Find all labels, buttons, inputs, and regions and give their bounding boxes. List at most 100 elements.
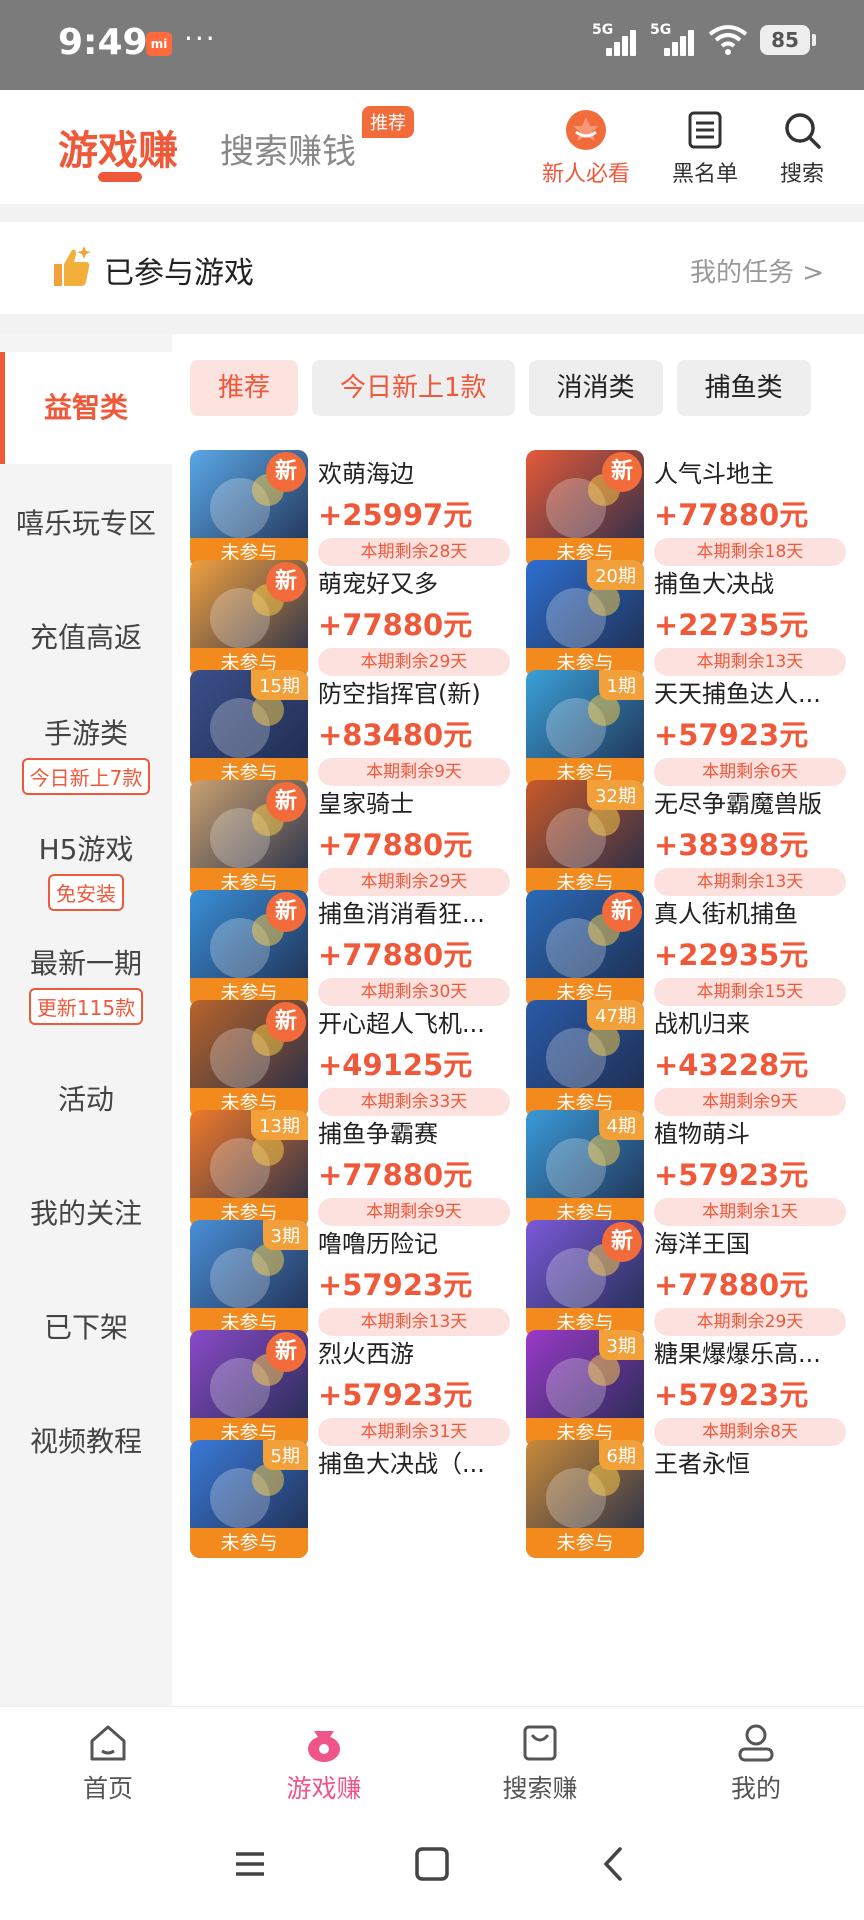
game-thumbnail[interactable]: 32期 未参与 [526,780,644,898]
sidebar-item-events[interactable]: 活动 [0,1050,172,1150]
game-name: 无尽争霸魔兽版 [654,790,822,818]
game-card[interactable]: 5期 未参与 捕鱼大决战（... [190,1440,510,1560]
game-thumbnail[interactable]: 3期 未参与 [526,1330,644,1448]
game-card[interactable]: 新未参与 捕鱼消消看狂... +77880元 本期剩余30天 [190,890,510,1010]
period-badge: 3期 [262,1220,308,1250]
game-card[interactable]: 3期 未参与 糖果爆爆乐高... +57923元 本期剩余8天 [526,1330,846,1450]
sidebar-item-badge: 更新115款 [28,988,144,1025]
game-name: 战机归来 [654,1010,750,1038]
back-icon[interactable] [594,1844,634,1884]
signal-icon: 5G [592,22,638,58]
game-thumbnail[interactable]: 新未参与 [190,1330,308,1448]
game-card[interactable]: 47期 未参与 战机归来 +43228元 本期剩余9天 [526,1000,846,1120]
game-thumbnail[interactable]: 5期 未参与 [190,1440,308,1558]
period-badge: 32期 [587,780,644,810]
sidebar-item-label: 已下架 [43,1311,128,1344]
sidebar-item-recharge[interactable]: 充值高返 [0,588,172,688]
game-thumbnail[interactable]: 新未参与 [190,1000,308,1118]
mi-notification-icon: mi [146,32,172,56]
nav-search-earn[interactable]: 搜索赚 [480,1721,600,1805]
game-card[interactable]: 1期 未参与 天天捕鱼达人... +57923元 本期剩余6天 [526,670,846,790]
game-card[interactable]: 新未参与 欢萌海边 +25997元 本期剩余28天 [190,450,510,570]
game-card[interactable]: 15期 未参与 防空指挥官(新) +83480元 本期剩余9天 [190,670,510,790]
game-thumbnail[interactable]: 新未参与 [190,890,308,1008]
menu-icon[interactable] [230,1844,270,1884]
game-card[interactable]: 新未参与 海洋王国 +77880元 本期剩余29天 [526,1220,846,1340]
game-thumbnail[interactable]: 1期 未参与 [526,670,644,788]
sidebar-item-label: 最新一期 [29,947,142,980]
sidebar-item-label: 视频教程 [29,1425,142,1458]
chip-recommend[interactable]: 推荐 [190,360,299,416]
game-thumbnail[interactable]: 新未参与 [526,890,644,1008]
game-card[interactable]: 新未参与 皇家骑士 +77880元 本期剩余29天 [190,780,510,900]
game-card[interactable]: 6期 未参与 王者永恒 [526,1440,846,1560]
game-card[interactable]: 新未参与 真人街机捕鱼 +22935元 本期剩余15天 [526,890,846,1010]
game-thumbnail[interactable]: 新未参与 [526,1220,644,1338]
sidebar-item-removed[interactable]: 已下架 [0,1278,172,1378]
game-card[interactable]: 32期 未参与 无尽争霸魔兽版 +38398元 本期剩余13天 [526,780,846,900]
list-icon [688,111,722,149]
game-card[interactable]: 3期 未参与 噜噜历险记 +57923元 本期剩余13天 [190,1220,510,1340]
game-thumbnail[interactable]: 新未参与 [190,450,308,568]
more-notifications-icon: ··· [184,22,217,55]
game-list-panel: 推荐 今日新上1款 消消类 捕鱼类 新未参与 欢萌海边 +25997元 本期剩余28天… [172,334,864,1706]
nav-home[interactable]: 首页 [48,1721,168,1805]
search-button[interactable]: 搜索 [780,108,824,188]
game-thumbnail[interactable]: 20期 未参与 [526,560,644,678]
game-name: 防空指挥官(新) [318,680,481,708]
blacklist-label: 黑名单 [672,162,739,187]
sidebar-item-xilewan[interactable]: 嘻乐玩专区 [0,474,172,574]
sidebar-item-puzzle[interactable]: 益智类 [0,352,172,464]
sidebar-item-following[interactable]: 我的关注 [0,1164,172,1264]
game-name: 捕鱼大决战（... [318,1450,485,1478]
home-square-icon[interactable] [412,1844,452,1884]
nav-mine-label: 我的 [730,1774,781,1803]
newbie-guide-button[interactable]: 新人必看 [542,108,630,188]
game-card[interactable]: 4期 未参与 植物萌斗 +57923元 本期剩余1天 [526,1110,846,1230]
game-reward: +43228元 [654,1048,809,1082]
sidebar-item-label: 手游类 [43,717,128,750]
nav-game-earn[interactable]: 游戏赚 [264,1721,384,1805]
game-thumbnail[interactable]: 47期 未参与 [526,1000,644,1118]
sidebar-item-video-tutorial[interactable]: 视频教程 [0,1392,172,1492]
game-name: 捕鱼消消看狂... [318,900,485,928]
game-thumbnail[interactable]: 15期 未参与 [190,670,308,788]
signal-icon: 5G [650,22,696,58]
game-thumbnail[interactable]: 13期 未参与 [190,1110,308,1228]
nav-search-earn-label: 搜索赚 [502,1774,578,1803]
my-tasks-link[interactable]: 我的任务 > [690,252,824,289]
nav-mine[interactable]: 我的 [696,1721,816,1805]
game-card[interactable]: 新未参与 烈火西游 +57923元 本期剩余31天 [190,1330,510,1450]
game-name: 真人街机捕鱼 [654,900,798,928]
sidebar-item-mobile-games[interactable]: 手游类 今日新上7款 [0,712,172,812]
thumbs-up-icon [54,246,91,286]
game-thumbnail[interactable]: 4期 未参与 [526,1110,644,1228]
recommend-tag: 推荐 [362,106,414,138]
new-badge: 新 [266,782,306,822]
sidebar-item-latest[interactable]: 最新一期 更新115款 [0,942,172,1042]
sidebar-item-h5-games[interactable]: H5游戏 免安装 [0,828,172,928]
search-icon [785,113,821,149]
tab-search-earn[interactable]: 搜索赚钱 [220,124,356,173]
joined-games-row[interactable]: 已参与游戏 我的任务 > [0,222,864,314]
game-thumbnail[interactable]: 6期 未参与 [526,1440,644,1558]
game-thumbnail[interactable]: 3期 未参与 [190,1220,308,1338]
chip-match3[interactable]: 消消类 [528,360,663,416]
game-card[interactable]: 13期 未参与 捕鱼争霸赛 +77880元 本期剩余9天 [190,1110,510,1230]
blacklist-button[interactable]: 黑名单 [672,108,738,188]
game-card[interactable]: 新未参与 开心超人飞机... +49125元 本期剩余33天 [190,1000,510,1120]
game-card[interactable]: 新未参与 萌宠好又多 +77880元 本期剩余29天 [190,560,510,680]
game-thumbnail[interactable]: 新未参与 [190,780,308,898]
chip-fishing[interactable]: 捕鱼类 [676,360,811,416]
game-bag-icon [308,1731,340,1762]
game-card[interactable]: 20期 未参与 捕鱼大决战 +22735元 本期剩余13天 [526,560,846,680]
game-reward: +57923元 [318,1268,473,1302]
not-joined-label: 未参与 [526,1528,644,1558]
chip-new-today[interactable]: 今日新上1款 [312,360,515,416]
game-card[interactable]: 新未参与 人气斗地主 +77880元 本期剩余18天 [526,450,846,570]
tab-game-earn[interactable]: 游戏赚 [58,118,178,176]
game-thumbnail[interactable]: 新未参与 [190,560,308,678]
game-thumbnail[interactable]: 新未参与 [526,450,644,568]
system-nav-bar [0,1812,864,1920]
sidebar-item-label: 充值高返 [29,621,142,654]
